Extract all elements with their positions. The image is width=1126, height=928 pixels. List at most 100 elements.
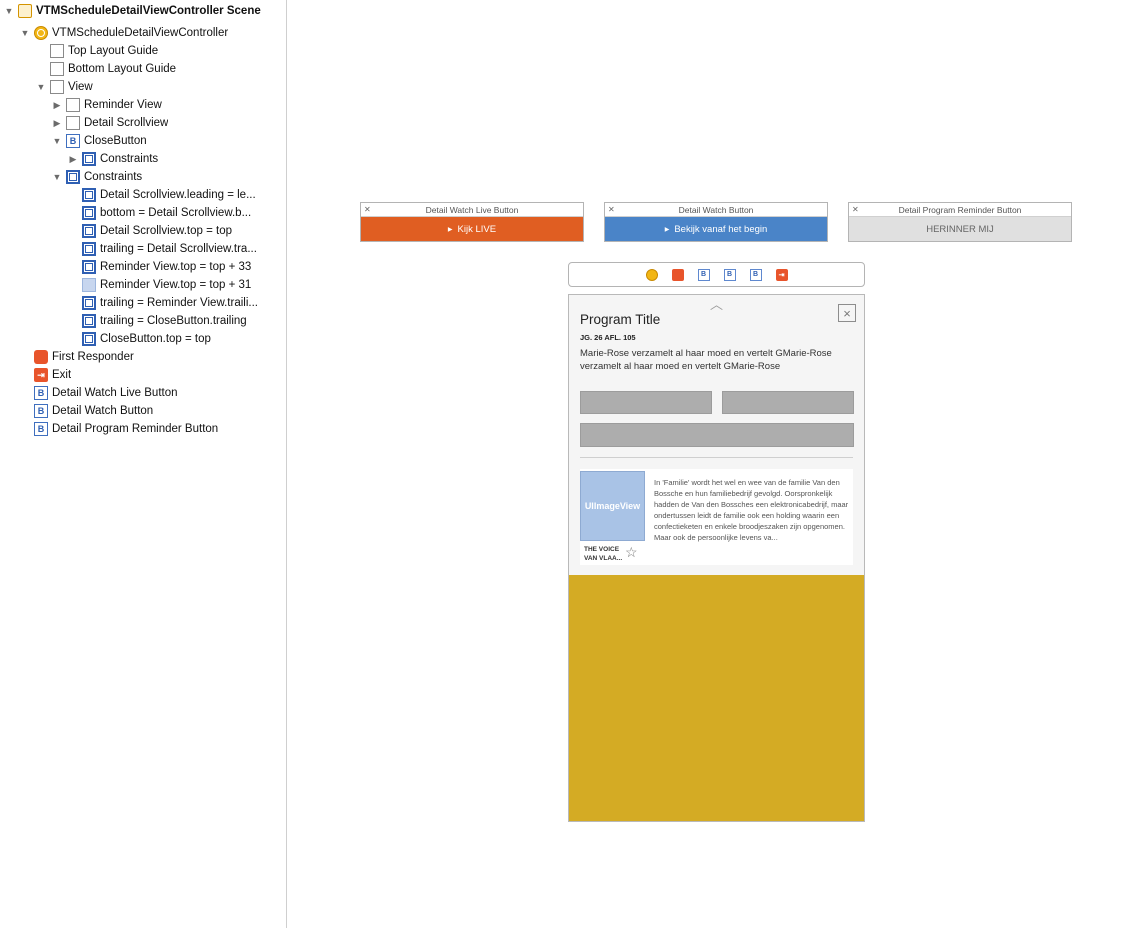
bekijk-button[interactable]: ▶ Bekijk vanaf het begin xyxy=(605,217,827,241)
exit-label: Exit xyxy=(52,369,72,381)
disclosure-open-icon[interactable]: ▼ xyxy=(20,28,30,38)
bottom-layout-guide-label: Bottom Layout Guide xyxy=(68,63,177,75)
document-outline: ▼ VTMScheduleDetailViewController Scene … xyxy=(0,0,287,928)
watch-button-label: Detail Watch Button xyxy=(52,405,154,417)
close-icon[interactable]: ✕ xyxy=(364,203,371,217)
outline-watch-live-button[interactable]: B Detail Watch Live Button xyxy=(34,384,320,402)
play-icon: ▶ xyxy=(447,226,453,233)
related-program-card[interactable]: UIImageView THE VOICE VAN VLAA... ☆ In '… xyxy=(580,469,853,565)
view-controller-frame[interactable]: ︿ × Program Title JG. 26 AFL. 105 Marie-… xyxy=(568,294,865,822)
star-icon[interactable]: ☆ xyxy=(625,544,638,561)
disclosure-closed-icon[interactable]: ▶ xyxy=(68,154,78,164)
constraint-icon xyxy=(82,260,96,274)
constraint-icon xyxy=(82,296,96,310)
detail-scrollview-label: Detail Scrollview xyxy=(84,117,169,129)
play-icon: ▶ xyxy=(664,226,670,233)
close-icon[interactable]: ✕ xyxy=(852,203,859,217)
gold-content-area xyxy=(569,575,864,821)
constraints-label: Constraints xyxy=(100,153,159,165)
program-meta: JG. 26 AFL. 105 xyxy=(580,333,636,342)
button-icon: B xyxy=(34,422,48,436)
disclosure-closed-icon[interactable]: ▶ xyxy=(52,100,62,110)
disclosure-open-icon[interactable]: ▼ xyxy=(52,136,62,146)
constraint-item[interactable]: trailing = CloseButton.trailing xyxy=(82,312,282,330)
constraint-disabled-icon xyxy=(82,278,96,292)
exit-icon: ⇥ xyxy=(34,368,48,382)
object-title-bar: ✕ Detail Watch Live Button xyxy=(361,203,583,217)
placeholder-button-wide[interactable] xyxy=(580,423,854,447)
first-responder-icon xyxy=(34,350,48,364)
storyboard-canvas[interactable]: ✕ Detail Watch Live Button ▶ Kijk LIVE ✕… xyxy=(288,0,1126,928)
constraint-item[interactable]: bottom = Detail Scrollview.b... xyxy=(82,204,282,222)
button-label: Kijk LIVE xyxy=(457,223,497,235)
card-name: THE VOICE VAN VLAA... xyxy=(584,546,623,562)
scene-title: VTMScheduleDetailViewController Scene xyxy=(36,5,261,17)
view-icon xyxy=(66,98,80,112)
disclosure-open-icon[interactable]: ▼ xyxy=(4,6,14,16)
button-icon: B xyxy=(34,404,48,418)
constraint-icon xyxy=(82,188,96,202)
view-controller-icon[interactable] xyxy=(645,268,658,281)
constraint-icon xyxy=(82,242,96,256)
outline-view-row[interactable]: ▼ View xyxy=(36,78,322,96)
first-responder-label: First Responder xyxy=(52,351,134,363)
button-icon[interactable]: B xyxy=(697,268,710,281)
layout-guide-icon xyxy=(50,44,64,58)
herinner-button[interactable]: HERINNER MIJ xyxy=(849,217,1071,241)
watch-live-button-label: Detail Watch Live Button xyxy=(52,387,178,399)
chevron-up-icon: ︿ xyxy=(710,297,724,312)
constraint-label: CloseButton.top = top xyxy=(100,333,211,345)
constraint-item[interactable]: CloseButton.top = top xyxy=(82,330,282,348)
kijk-live-button[interactable]: ▶ Kijk LIVE xyxy=(361,217,583,241)
constraint-item[interactable]: Detail Scrollview.top = top xyxy=(82,222,282,240)
disclosure-open-icon[interactable]: ▼ xyxy=(52,172,62,182)
scene-icon xyxy=(18,4,32,18)
exit-icon[interactable]: ⇥ xyxy=(775,268,788,281)
constraint-icon xyxy=(82,224,96,238)
program-title: Program Title xyxy=(580,312,661,327)
reminder-view-label: Reminder View xyxy=(84,99,162,111)
disclosure-closed-icon[interactable]: ▶ xyxy=(52,118,62,128)
constraint-item[interactable]: trailing = Detail Scrollview.tra... xyxy=(82,240,282,258)
reminder-button-label: Detail Program Reminder Button xyxy=(52,423,219,435)
constraint-item[interactable]: Reminder View.top = top + 33 xyxy=(82,258,282,276)
constraints-icon xyxy=(82,152,96,166)
first-responder-icon[interactable] xyxy=(671,268,684,281)
detail-program-reminder-button-object[interactable]: ✕ Detail Program Reminder Button HERINNE… xyxy=(848,202,1072,242)
constraint-item[interactable]: Detail Scrollview.leading = le... xyxy=(82,186,282,204)
button-label: HERINNER MIJ xyxy=(926,223,994,235)
close-icon[interactable]: ✕ xyxy=(608,203,615,217)
outline-scene-row[interactable]: ▼ VTMScheduleDetailViewController Scene xyxy=(4,2,290,20)
constraint-icon xyxy=(82,332,96,346)
constraint-label: Detail Scrollview.top = top xyxy=(100,225,232,237)
outline-first-responder[interactable]: First Responder xyxy=(34,348,320,366)
close-button-label: CloseButton xyxy=(84,135,147,147)
outline-watch-button[interactable]: B Detail Watch Button xyxy=(34,402,320,420)
button-icon[interactable]: B xyxy=(723,268,736,281)
constraint-label: trailing = Detail Scrollview.tra... xyxy=(100,243,257,255)
outline-reminder-button[interactable]: B Detail Program Reminder Button xyxy=(34,420,320,438)
detail-watch-live-button-object[interactable]: ✕ Detail Watch Live Button ▶ Kijk LIVE xyxy=(360,202,584,242)
view-icon xyxy=(50,80,64,94)
constraints-icon xyxy=(66,170,80,184)
placeholder-button[interactable] xyxy=(580,391,712,414)
image-view: UIImageView xyxy=(580,471,645,541)
placeholder-button[interactable] xyxy=(722,391,854,414)
detail-watch-button-object[interactable]: ✕ Detail Watch Button ▶ Bekijk vanaf het… xyxy=(604,202,828,242)
constraint-label: bottom = Detail Scrollview.b... xyxy=(100,207,252,219)
view-controller-icon xyxy=(34,26,48,40)
constraints-label: Constraints xyxy=(84,171,143,183)
close-icon: × xyxy=(843,305,851,321)
outline-exit[interactable]: ⇥ Exit xyxy=(34,366,320,384)
outline-controller-row[interactable]: ▼ VTMScheduleDetailViewController xyxy=(20,24,306,42)
object-title: Detail Watch Button xyxy=(678,205,754,215)
close-button[interactable]: × xyxy=(838,304,856,322)
layout-guide-icon xyxy=(50,62,64,76)
disclosure-open-icon[interactable]: ▼ xyxy=(36,82,46,92)
button-icon[interactable]: B xyxy=(749,268,762,281)
card-description: In 'Familie' wordt het wel en wee van de… xyxy=(654,478,849,542)
object-title-bar: ✕ Detail Program Reminder Button xyxy=(849,203,1071,217)
object-title: Detail Watch Live Button xyxy=(425,205,519,215)
constraint-item[interactable]: Reminder View.top = top + 31 xyxy=(82,276,282,294)
constraint-item[interactable]: trailing = Reminder View.traili... xyxy=(82,294,282,312)
